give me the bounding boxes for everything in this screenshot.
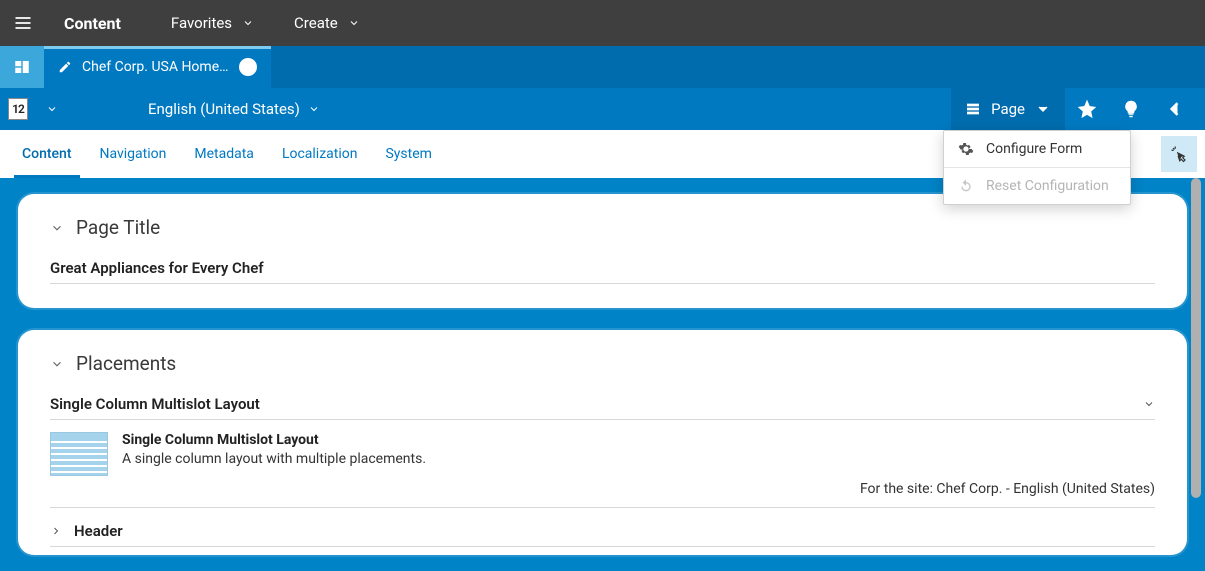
nav-content[interactable]: Content [46, 0, 151, 46]
chevron-down-icon [50, 357, 64, 371]
layout-thumbnail [50, 432, 108, 476]
menu-configure-form[interactable]: Configure Form [944, 131, 1130, 167]
language-selector[interactable]: English (United States) [136, 88, 332, 130]
layout-selector-label: Single Column Multislot Layout [50, 395, 260, 413]
chevron-down-icon [1143, 398, 1155, 410]
content-area: Page Title Great Appliances for Every Ch… [0, 178, 1205, 571]
layout-selector[interactable]: Single Column Multislot Layout [50, 395, 1155, 420]
favorite-button[interactable] [1065, 88, 1109, 130]
panel-toggle-button[interactable] [0, 46, 44, 88]
tab-metadata[interactable]: Metadata [180, 130, 268, 178]
panel-icon [13, 58, 31, 76]
context-left: 12 English (United States) [8, 88, 332, 130]
nav-favorites[interactable]: Favorites [151, 0, 274, 46]
tab-content[interactable]: Content [8, 130, 86, 178]
context-right: Page [951, 88, 1197, 130]
tab-strip: Chef Corp. USA Home… [0, 46, 1205, 88]
page-title-heading: Page Title [76, 216, 160, 239]
pencil-icon [58, 60, 72, 74]
placements-heading: Placements [76, 352, 176, 375]
chevron-down-icon [308, 103, 320, 115]
chevron-down-icon [242, 17, 254, 29]
menu-reset-configuration-label: Reset Configuration [986, 178, 1109, 194]
star-icon [1077, 99, 1097, 119]
chevron-left-icon [1165, 99, 1185, 119]
language-label: English (United States) [148, 100, 300, 118]
tab-system[interactable]: System [371, 130, 445, 178]
layout-site-note: For the site: Chef Corp. - English (Unit… [122, 481, 1155, 497]
menu-button[interactable] [0, 0, 46, 46]
document-tab[interactable]: Chef Corp. USA Home… [44, 46, 271, 88]
layout-name: Single Column Multislot Layout [122, 432, 1155, 448]
page-title-toggle[interactable]: Page Title [50, 216, 1155, 239]
layout-info: Single Column Multislot Layout A single … [122, 432, 1155, 497]
document-tab-label: Chef Corp. USA Home… [82, 59, 229, 75]
lightbulb-icon [1121, 99, 1141, 119]
chevron-right-icon [50, 525, 62, 537]
chevron-down-icon [1035, 101, 1051, 117]
layout-row: Single Column Multislot Layout A single … [50, 430, 1155, 508]
nav-create[interactable]: Create [274, 0, 380, 46]
close-icon [243, 62, 253, 72]
layout-picker[interactable]: 12 [8, 98, 28, 120]
nav-create-label: Create [294, 14, 338, 32]
hamburger-icon [13, 13, 33, 33]
layout-dropdown[interactable] [34, 88, 70, 130]
chevron-down-icon [348, 17, 360, 29]
top-bar: Content Favorites Create [0, 0, 1205, 46]
close-tab-button[interactable] [239, 58, 257, 76]
chevron-down-icon [46, 103, 58, 115]
placements-toggle[interactable]: Placements [50, 352, 1155, 375]
page-icon [965, 101, 981, 117]
cursor-click-icon [1170, 145, 1188, 163]
form-settings-button[interactable] [1161, 136, 1197, 172]
header-subsection-toggle[interactable]: Header [50, 508, 1155, 547]
reset-icon [958, 178, 974, 194]
placements-panel: Placements Single Column Multislot Layou… [18, 330, 1187, 555]
menu-configure-form-label: Configure Form [986, 141, 1082, 157]
collapse-button[interactable] [1153, 88, 1197, 130]
layout-description: A single column layout with multiple pla… [122, 451, 1155, 467]
header-subsection-label: Header [74, 522, 123, 540]
chevron-down-icon [50, 221, 64, 235]
page-title-panel: Page Title Great Appliances for Every Ch… [18, 194, 1187, 308]
page-title-value[interactable]: Great Appliances for Every Chef [50, 259, 1155, 284]
page-dropdown-menu: Configure Form Reset Configuration [943, 130, 1131, 205]
nav-favorites-label: Favorites [171, 14, 232, 32]
gear-icon [958, 141, 974, 157]
context-bar: 12 English (United States) Page Configur… [0, 88, 1205, 130]
page-menu-button[interactable]: Page [951, 88, 1065, 130]
page-button-label: Page [991, 100, 1025, 118]
scrollbar-thumb[interactable] [1191, 178, 1201, 498]
tab-navigation[interactable]: Navigation [86, 130, 181, 178]
hints-button[interactable] [1109, 88, 1153, 130]
tab-localization[interactable]: Localization [268, 130, 372, 178]
menu-reset-configuration: Reset Configuration [944, 168, 1130, 204]
